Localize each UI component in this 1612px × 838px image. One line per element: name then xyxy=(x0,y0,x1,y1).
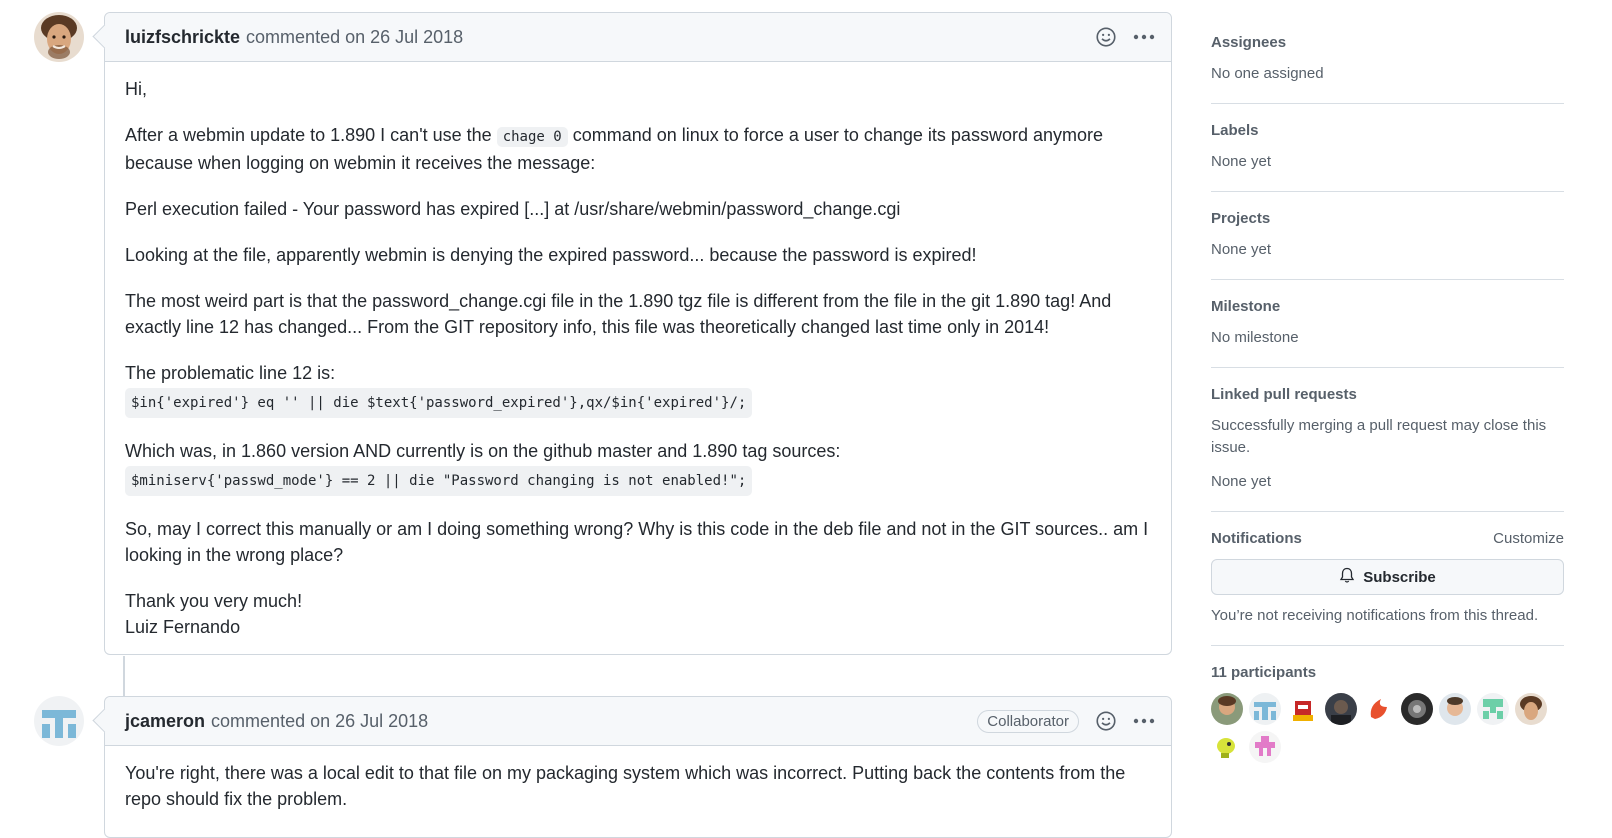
comment-header: jcameron commented on 26 Jul 2018 Collab… xyxy=(105,697,1171,746)
participant-avatar[interactable] xyxy=(1249,731,1281,763)
greeting: Hi, xyxy=(125,79,147,99)
text: After a webmin update to 1.890 I can't u… xyxy=(125,125,492,145)
sidebar-projects: Projects None yet xyxy=(1211,210,1564,280)
sidebar-labels: Labels None yet xyxy=(1211,122,1564,192)
participants-list xyxy=(1211,693,1551,763)
text: Luiz Fernando xyxy=(125,617,241,637)
paragraph: The problematic line 12 is: $in{'expired… xyxy=(125,360,1151,418)
sidebar-assignees: Assignees No one assigned xyxy=(1211,34,1564,104)
notification-status: You’re not receiving notifications from … xyxy=(1211,607,1539,624)
avatar-luizfschrickte[interactable] xyxy=(34,12,84,62)
subscribe-button[interactable]: Subscribe xyxy=(1211,559,1564,595)
comment-author[interactable]: luizfschrickte xyxy=(125,27,240,48)
comment-author[interactable]: jcameron xyxy=(125,711,205,732)
subscribe-label: Subscribe xyxy=(1363,568,1436,586)
participant-avatar[interactable] xyxy=(1325,693,1357,725)
comment-header: luizfschrickte commented on 26 Jul 2018 xyxy=(105,13,1171,62)
sidebar-linked-pull-requests: Linked pull requests Successfully mergin… xyxy=(1211,386,1564,512)
paragraph: So, may I correct this manually or am I … xyxy=(125,519,1149,565)
paragraph: Thank you very much! Luiz Fernando xyxy=(125,588,1151,640)
collaborator-badge: Collaborator xyxy=(977,709,1079,733)
comment-luizfschrickte: luizfschrickte commented on 26 Jul 2018 … xyxy=(104,12,1172,655)
participant-avatar[interactable] xyxy=(1401,693,1433,725)
participant-avatar[interactable] xyxy=(1477,693,1509,725)
sidebar-value: None yet xyxy=(1211,241,1272,258)
sidebar-value: No one assigned xyxy=(1211,65,1324,82)
participant-avatar[interactable] xyxy=(1211,731,1243,763)
sidebar-milestone: Milestone No milestone xyxy=(1211,298,1564,368)
kebab-horizontal-icon[interactable] xyxy=(1133,26,1155,48)
comment-timestamp[interactable]: commented on 26 Jul 2018 xyxy=(211,711,428,732)
paragraph: Perl execution failed - Your password ha… xyxy=(125,199,901,219)
timeline-line xyxy=(123,656,125,696)
sidebar-heading: 11 participants xyxy=(1211,664,1317,681)
comment-body: You're right, there was a local edit to … xyxy=(105,746,1171,826)
sidebar-description: Successfully merging a pull request may … xyxy=(1211,417,1547,456)
participant-avatar[interactable] xyxy=(1363,693,1395,725)
inline-code: $in{'expired'} eq '' || die $text{'passw… xyxy=(125,388,753,418)
text: Thank you very much! xyxy=(125,591,303,611)
sidebar-participants: 11 participants xyxy=(1211,664,1564,763)
participant-avatar[interactable] xyxy=(1249,693,1281,725)
inline-code: chage 0 xyxy=(496,127,568,147)
participant-avatar[interactable] xyxy=(1515,693,1547,725)
smiley-icon[interactable] xyxy=(1095,26,1117,48)
comment-timestamp[interactable]: commented on 26 Jul 2018 xyxy=(246,27,463,48)
text: The problematic line 12 is: xyxy=(125,363,336,383)
sidebar-heading[interactable]: Projects xyxy=(1211,210,1564,227)
paragraph: Looking at the file, apparently webmin i… xyxy=(125,245,977,265)
paragraph: Which was, in 1.860 version AND currentl… xyxy=(125,438,1151,496)
kebab-horizontal-icon[interactable] xyxy=(1133,710,1155,732)
sidebar-value: No milestone xyxy=(1211,329,1299,346)
sidebar-heading[interactable]: Milestone xyxy=(1211,298,1564,315)
sidebar-heading[interactable]: Linked pull requests xyxy=(1211,386,1564,403)
issue-sidebar: Assignees No one assigned Labels None ye… xyxy=(1211,30,1564,763)
paragraph: After a webmin update to 1.890 I can't u… xyxy=(125,122,1151,176)
sidebar-value: None yet xyxy=(1211,473,1272,490)
participant-avatar[interactable] xyxy=(1439,693,1471,725)
bell-icon xyxy=(1339,567,1355,588)
customize-link[interactable]: Customize xyxy=(1493,530,1564,547)
participant-avatar[interactable] xyxy=(1287,693,1319,725)
sidebar-heading[interactable]: Labels xyxy=(1211,122,1564,139)
inline-code: $miniserv{'passwd_mode'} == 2 || die "Pa… xyxy=(125,466,753,496)
sidebar-notifications: Notifications Customize Subscribe You’re… xyxy=(1211,530,1564,646)
text: Which was, in 1.860 version AND currentl… xyxy=(125,441,841,461)
sidebar-heading[interactable]: Assignees xyxy=(1211,34,1564,51)
participant-avatar[interactable] xyxy=(1211,693,1243,725)
comment-body: Hi, After a webmin update to 1.890 I can… xyxy=(105,62,1171,654)
smiley-icon[interactable] xyxy=(1095,710,1117,732)
comment-jcameron: jcameron commented on 26 Jul 2018 Collab… xyxy=(104,696,1172,838)
paragraph: The most weird part is that the password… xyxy=(125,291,1112,337)
sidebar-heading: Notifications Customize xyxy=(1211,530,1564,547)
sidebar-value: None yet xyxy=(1211,153,1272,170)
paragraph: You're right, there was a local edit to … xyxy=(125,763,1126,809)
avatar-jcameron[interactable] xyxy=(34,696,84,746)
